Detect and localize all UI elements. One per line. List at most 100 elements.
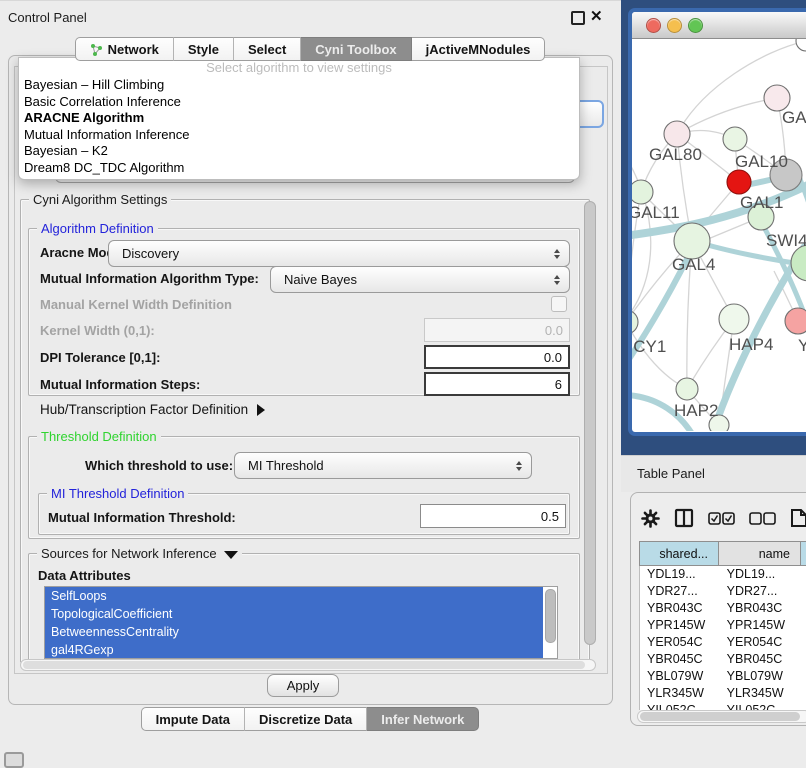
attribute-item-betweennesscentrality[interactable]: BetweennessCentrality <box>45 623 543 641</box>
tab-discretize-data[interactable]: Discretize Data <box>245 707 367 731</box>
table-cell: YIL052C <box>720 702 802 710</box>
attribute-list-scrollbar[interactable] <box>545 589 556 643</box>
tab-impute-data[interactable]: Impute Data <box>141 707 245 731</box>
table-row[interactable]: YBR043CYBR043C <box>640 600 806 617</box>
table-row[interactable]: YDL19...YDL19...13 <box>640 566 806 583</box>
aracne-mode-combo[interactable]: Discovery <box>108 240 570 267</box>
minimized-panel-icon[interactable] <box>4 752 24 768</box>
tab-select[interactable]: Select <box>234 37 301 61</box>
table-toolbar <box>641 501 806 535</box>
table-row[interactable]: YPR145WYPR145W9. <box>640 617 806 634</box>
table-panel-title: Table Panel <box>637 466 705 481</box>
algorithm-option-bayesian-k2[interactable]: Bayesian – K2 <box>19 143 579 160</box>
hub-section-toggle[interactable]: Hub/Transcription Factor Definition <box>40 402 265 417</box>
table-row[interactable]: YBR045CYBR045C9. <box>640 651 806 668</box>
data-attributes-list[interactable]: SelfLoopsTopologicalCoefficientBetweenne… <box>44 586 558 659</box>
zoom-button[interactable] <box>688 18 703 33</box>
node-hap2[interactable] <box>676 378 698 400</box>
tab-style[interactable]: Style <box>174 37 234 61</box>
tab-infer-network[interactable]: Infer Network <box>367 707 479 731</box>
control-panel-tabs: NetworkStyleSelectCyni Toolbox jActiveMNo… <box>10 37 610 59</box>
close-panel-icon[interactable]: ✕ <box>590 7 603 25</box>
table-cell: 9. <box>801 651 806 668</box>
node-gal11[interactable] <box>632 180 653 204</box>
node-gal80[interactable] <box>664 121 690 147</box>
node[interactable] <box>796 39 806 51</box>
algorithm-option-mutual-information-inference[interactable]: Mutual Information Inference <box>19 127 579 144</box>
node-label-gal80: GAL80 <box>649 145 702 164</box>
table-cell <box>801 668 806 685</box>
sources-group-title[interactable]: Sources for Network Inference <box>37 546 242 561</box>
table-cell: YPR145W <box>720 617 802 634</box>
algorithm-option-basic-correlation-inference[interactable]: Basic Correlation Inference <box>19 94 579 111</box>
node[interactable] <box>791 245 806 281</box>
mi-threshold-group-title: MI Threshold Definition <box>47 486 188 501</box>
mi-threshold-input[interactable] <box>420 504 566 528</box>
table-rows: YDL19...YDL19...13YDR27...YDR27...12YBR0… <box>639 566 806 710</box>
node-gcy1[interactable] <box>632 310 638 334</box>
column-header-name[interactable]: name <box>719 541 801 566</box>
mi-type-value: Naive Bayes <box>284 272 357 287</box>
tab-jactivemnodules[interactable]: jActiveMNodules <box>412 37 546 61</box>
network-window-titlebar[interactable] <box>632 12 806 39</box>
table-row[interactable]: YER054CYER054C8. <box>640 634 806 651</box>
algorithm-option-aracne-algorithm[interactable]: ARACNE Algorithm <box>19 110 579 127</box>
dpi-tolerance-input[interactable] <box>424 345 570 369</box>
data-attributes-label: Data Attributes <box>38 568 131 583</box>
split-columns-icon[interactable] <box>674 508 694 528</box>
node-label-gal: GAL <box>782 108 806 127</box>
cyni-bottom-tabs: Impute Data Discretize Data Infer Network <box>10 707 610 730</box>
manual-kernel-checkbox[interactable] <box>551 296 567 312</box>
table-row[interactable]: YDR27...YDR27...12 <box>640 583 806 600</box>
tab-label: Infer Network <box>381 712 464 727</box>
table-cell <box>801 600 806 617</box>
float-panel-icon[interactable] <box>571 11 585 25</box>
table-cell: YBR045C <box>720 651 802 668</box>
settings-horizontal-scrollbar[interactable] <box>20 659 596 671</box>
node-label-gal1: GAL1 <box>740 193 783 212</box>
tab-network[interactable]: Network <box>75 37 174 61</box>
network-canvas[interactable]: GALGAL80GAL10GAL1GAL11SWI4GAL4GCY1HAP4YH… <box>632 39 806 431</box>
minimize-button[interactable] <box>667 18 682 33</box>
table-cell: YDR27... <box>640 583 720 600</box>
apply-button[interactable]: Apply <box>267 674 339 697</box>
table-cell: YBL079W <box>640 668 720 685</box>
column-header-shared[interactable]: shared... <box>639 541 719 566</box>
table-row[interactable]: YLR345WYLR345W9. <box>640 685 806 702</box>
mi-threshold-label: Mutual Information Threshold: <box>48 510 236 525</box>
network-icon <box>90 43 103 56</box>
select-all-checkboxes-icon[interactable] <box>708 512 735 525</box>
table-row[interactable]: YIL052CYIL052C0 <box>640 702 806 710</box>
attribute-item-topologicalcoefficient[interactable]: TopologicalCoefficient <box>45 605 543 623</box>
table-row[interactable]: YBL079WYBL079W <box>640 668 806 685</box>
mi-type-combo[interactable]: Naive Bayes <box>270 266 570 293</box>
aracne-mode-value: Discovery <box>122 246 179 261</box>
tab-label: jActiveMNodules <box>426 42 531 57</box>
threshold-definition-title: Threshold Definition <box>37 429 161 444</box>
node-gal10[interactable] <box>723 127 747 151</box>
node-gal1[interactable] <box>727 170 751 194</box>
node-gal4[interactable] <box>674 223 710 259</box>
mi-steps-input[interactable] <box>424 372 570 396</box>
attribute-item-selfloops[interactable]: SelfLoops <box>45 587 543 605</box>
node-label-hap4: HAP4 <box>729 335 773 354</box>
network-view-window[interactable]: GALGAL80GAL10GAL1GAL11SWI4GAL4GCY1HAP4YH… <box>628 8 806 436</box>
which-threshold-combo[interactable]: MI Threshold <box>234 452 532 479</box>
column-header-3[interactable] <box>801 541 806 566</box>
tab-cyni-toolbox[interactable]: Cyni Toolbox <box>301 37 411 61</box>
close-button[interactable] <box>646 18 661 33</box>
import-table-icon[interactable] <box>790 508 806 528</box>
table-horizontal-scrollbar[interactable] <box>637 710 806 723</box>
node-hap4[interactable] <box>719 304 749 334</box>
kernel-width-input[interactable] <box>424 318 570 342</box>
attribute-item-gal4rgexp[interactable]: gal4RGexp <box>45 641 543 659</box>
algorithm-option-dream8-dc-tdc-algorithm[interactable]: Dream8 DC_TDC Algorithm <box>19 160 579 177</box>
node-y[interactable] <box>785 308 806 334</box>
settings-vertical-scrollbar[interactable] <box>584 201 596 645</box>
deselect-all-checkboxes-icon[interactable] <box>749 512 776 525</box>
tab-label: Discretize Data <box>259 712 352 727</box>
collapsed-arrow-icon <box>257 404 265 416</box>
algorithm-option-bayesian-hill-climbing[interactable]: Bayesian – Hill Climbing <box>19 77 579 94</box>
settings-gear-icon[interactable] <box>641 509 660 528</box>
table-cell: YLR345W <box>640 685 720 702</box>
